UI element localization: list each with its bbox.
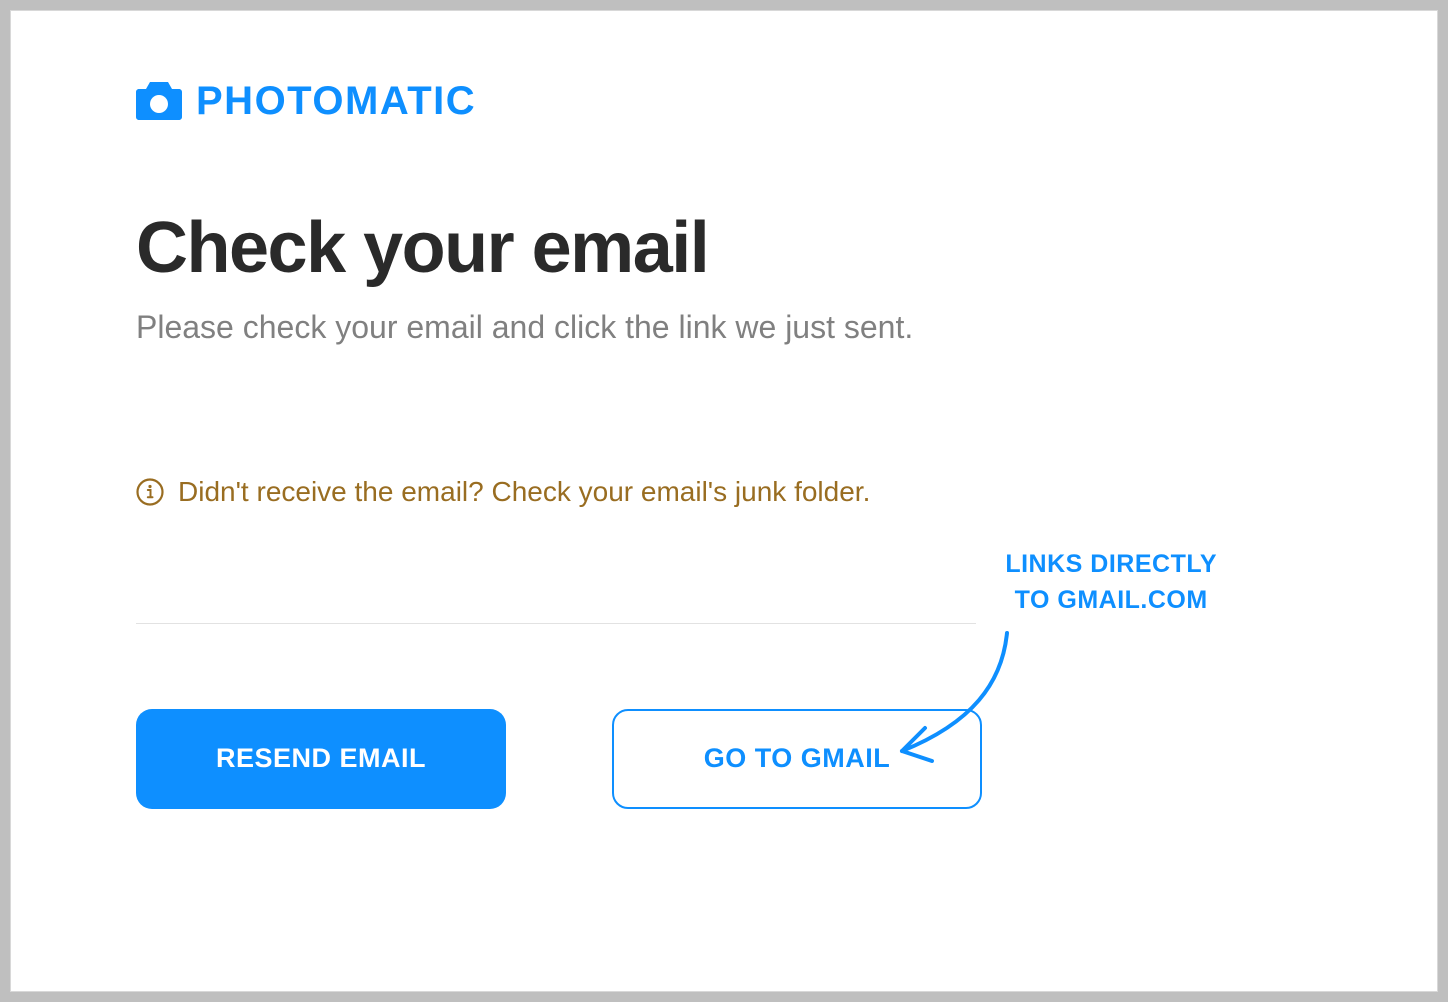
- page-subtitle: Please check your email and click the li…: [136, 309, 1312, 346]
- camera-icon: [136, 82, 182, 120]
- hint-text: Didn't receive the email? Check your ema…: [178, 476, 870, 508]
- divider: [136, 623, 976, 624]
- annotation-line-1: LINKS DIRECTLY: [1005, 546, 1217, 582]
- brand-logo: PHOTOMATIC: [136, 81, 1312, 121]
- email-confirmation-card: PHOTOMATIC Check your email Please check…: [10, 10, 1438, 992]
- resend-email-button[interactable]: RESEND EMAIL: [136, 709, 506, 809]
- page-title: Check your email: [136, 211, 1312, 287]
- brand-name: PHOTOMATIC: [196, 81, 476, 121]
- go-to-gmail-button[interactable]: GO TO GMAIL: [612, 709, 982, 809]
- hint-message: Didn't receive the email? Check your ema…: [136, 476, 1312, 508]
- annotation-line-2: TO GMAIL.COM: [1005, 582, 1217, 618]
- action-buttons: RESEND EMAIL GO TO GMAIL: [136, 709, 1312, 809]
- annotation-label: LINKS DIRECTLY TO GMAIL.COM: [1005, 546, 1217, 619]
- info-icon: [136, 478, 164, 506]
